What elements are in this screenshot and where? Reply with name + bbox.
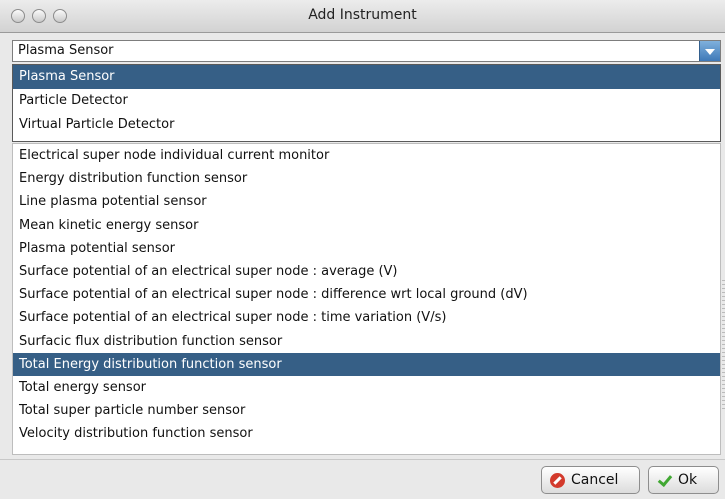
window-title: Add Instrument	[308, 7, 417, 23]
list-item[interactable]: Total Energy distribution function senso…	[13, 352, 720, 376]
dropdown-option[interactable]: Virtual Particle Detector	[13, 113, 720, 137]
chevron-down-icon[interactable]	[699, 41, 720, 61]
list-item[interactable]: Total energy sensor	[13, 376, 720, 399]
list-item[interactable]: Surfacic flux distribution function sens…	[13, 330, 720, 353]
dropdown-option[interactable]: Plasma Sensor	[13, 65, 720, 89]
instrument-type-dropdown: Plasma Sensor Particle Detector Virtual …	[12, 64, 721, 142]
footer-divider	[0, 459, 725, 460]
list-item[interactable]: Mean kinetic energy sensor	[13, 214, 720, 237]
checkmark-icon	[657, 473, 672, 488]
list-item[interactable]: Energy distribution function sensor	[13, 167, 720, 190]
dropdown-option[interactable]: Particle Detector	[13, 89, 720, 113]
list-item[interactable]: Electrical super node individual current…	[13, 144, 720, 167]
cancel-button[interactable]: Cancel	[541, 466, 640, 494]
ok-button-label: Ok	[678, 472, 698, 488]
list-item[interactable]: Surface potential of an electrical super…	[13, 283, 720, 306]
cancel-button-label: Cancel	[571, 472, 619, 488]
cancel-icon	[550, 472, 565, 488]
instrument-type-select[interactable]: Plasma Sensor	[12, 40, 721, 62]
title-bar: Add Instrument	[0, 0, 725, 33]
list-item[interactable]: Surface potential of an electrical super…	[13, 306, 720, 329]
list-item[interactable]: Line plasma potential sensor	[13, 190, 720, 213]
list-item[interactable]: Surface potential of an electrical super…	[13, 260, 720, 283]
ok-button[interactable]: Ok	[648, 466, 719, 494]
instrument-list: Electrical super node individual current…	[12, 143, 721, 455]
list-item[interactable]: Plasma potential sensor	[13, 237, 720, 260]
instrument-type-value: Plasma Sensor	[18, 43, 114, 58]
list-item[interactable]: Velocity distribution function sensor	[13, 422, 720, 445]
list-item[interactable]: Total super particle number sensor	[13, 399, 720, 422]
